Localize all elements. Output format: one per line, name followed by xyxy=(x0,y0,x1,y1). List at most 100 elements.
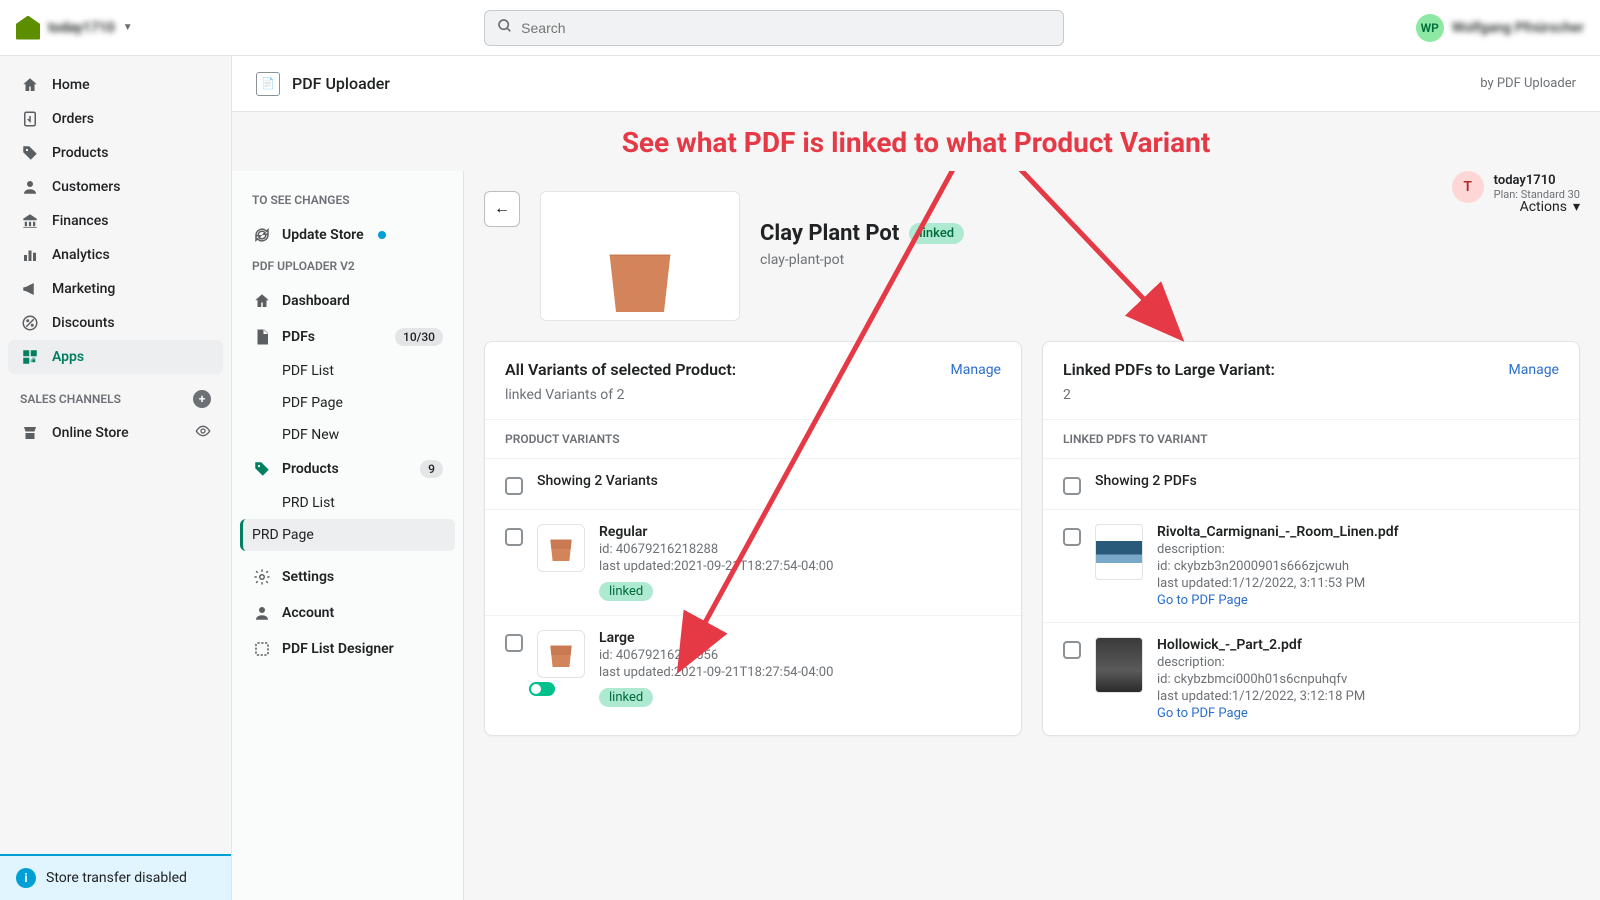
pdf-row: Rivolta_Carmignani_-_Room_Linen.pdf desc… xyxy=(1043,509,1579,622)
nav-finances[interactable]: Finances xyxy=(8,204,223,238)
pdf-checkbox[interactable] xyxy=(1063,641,1081,659)
pdf-desc: description: xyxy=(1157,542,1559,557)
pdfs-panel: Linked PDFs to Large Variant: Manage 2 L… xyxy=(1042,341,1580,736)
panel-sub: 2 xyxy=(1043,387,1579,419)
subnav-designer[interactable]: PDF List Designer xyxy=(240,631,455,667)
primary-nav: Home Orders Products Customers Finances … xyxy=(0,56,232,900)
store-avatar: T xyxy=(1452,171,1484,203)
subnav-pdf-new[interactable]: PDF New xyxy=(240,419,455,451)
chevron-down-icon: ▼ xyxy=(123,22,133,33)
showing-count: Showing 2 PDFs xyxy=(1095,473,1197,489)
pdf-page-link[interactable]: Go to PDF Page xyxy=(1157,593,1559,608)
nav-discounts[interactable]: Discounts xyxy=(8,306,223,340)
panel-section-label: LINKED PDFS TO VARIANT xyxy=(1043,419,1579,458)
subnav-settings[interactable]: Settings xyxy=(240,559,455,595)
megaphone-icon xyxy=(20,279,40,299)
app-subnav: TO SEE CHANGES Update Store PDF UPLOADER… xyxy=(232,171,464,900)
product-slug: clay-plant-pot xyxy=(760,252,964,268)
variant-row: Large id: 40679216251056 last updated:20… xyxy=(485,615,1021,721)
manage-link[interactable]: Manage xyxy=(951,362,1001,378)
subnav-prd-page[interactable]: PRD Page xyxy=(240,519,455,551)
bank-icon xyxy=(20,211,40,231)
subnav-section-label: TO SEE CHANGES xyxy=(240,187,455,217)
pdf-name: Rivolta_Carmignani_-_Room_Linen.pdf xyxy=(1157,524,1559,540)
nav-home[interactable]: Home xyxy=(8,68,223,102)
transfer-banner[interactable]: i Store transfer disabled xyxy=(0,854,231,900)
subnav-label: Dashboard xyxy=(282,293,350,309)
variant-thumb xyxy=(537,524,585,572)
subnav-account[interactable]: Account xyxy=(240,595,455,631)
user-avatar: WP xyxy=(1416,14,1444,42)
pdf-id: id: ckybzb3n2000901s666zjcwuh xyxy=(1157,559,1559,574)
update-indicator-icon xyxy=(378,231,386,239)
nav-products[interactable]: Products xyxy=(8,136,223,170)
add-channel-icon[interactable]: + xyxy=(193,390,211,408)
panel-sub: linked Variants of 2 xyxy=(485,387,1021,419)
subnav-update-store[interactable]: Update Store xyxy=(240,217,455,253)
sales-channels-label: SALES CHANNELS+ xyxy=(8,374,223,416)
subnav-products[interactable]: Products9 xyxy=(240,451,455,487)
nav-orders[interactable]: Orders xyxy=(8,102,223,136)
subnav-prd-list[interactable]: PRD List xyxy=(240,487,455,519)
product-title: Clay Plant Pot xyxy=(760,221,899,246)
nav-online-store[interactable]: Online Store xyxy=(8,416,223,450)
variant-toggle[interactable] xyxy=(529,682,555,696)
discount-icon xyxy=(20,313,40,333)
panel-title: Linked PDFs to Large Variant: xyxy=(1063,360,1275,379)
search-icon xyxy=(497,18,513,38)
select-all-checkbox[interactable] xyxy=(505,477,523,495)
subnav-label: Account xyxy=(282,605,334,621)
store-name: today1710 xyxy=(48,20,115,36)
variant-id: id: 40679216218288 xyxy=(599,542,1001,557)
variant-checkbox[interactable] xyxy=(505,634,523,652)
user-icon xyxy=(20,177,40,197)
analytics-icon xyxy=(20,245,40,265)
store-badge-plan: Plan: Standard 30 xyxy=(1494,188,1580,201)
panels: All Variants of selected Product: Manage… xyxy=(484,341,1580,736)
subnav-pdfs[interactable]: PDFs 10/30 xyxy=(240,319,455,355)
subnav-label: Products xyxy=(282,461,339,477)
variant-updated: last updated:2021-09-21T18:27:54-04:00 xyxy=(599,665,1001,680)
list-header-row: Showing 2 Variants xyxy=(485,458,1021,509)
variant-id: id: 40679216251056 xyxy=(599,648,1001,663)
select-all-checkbox[interactable] xyxy=(1063,477,1081,495)
topbar: today1710 ▼ WP Wolfgang Pfnürscher xyxy=(0,0,1600,56)
search-wrap xyxy=(149,10,1400,46)
pdf-checkbox[interactable] xyxy=(1063,528,1081,546)
nav-label: Home xyxy=(52,77,90,93)
subnav-section-label: PDF UPLOADER V2 xyxy=(240,253,455,283)
back-button[interactable]: ← xyxy=(484,191,520,227)
subnav-label: PDFs xyxy=(282,329,315,345)
pdf-thumb xyxy=(1095,524,1143,580)
store-badge[interactable]: T today1710 Plan: Standard 30 xyxy=(1452,171,1580,203)
nav-customers[interactable]: Customers xyxy=(8,170,223,204)
pdf-page-link[interactable]: Go to PDF Page xyxy=(1157,706,1559,721)
variant-name: Regular xyxy=(599,524,1001,540)
subnav-dashboard[interactable]: Dashboard xyxy=(240,283,455,319)
subnav-label: PRD List xyxy=(282,495,335,511)
list-header-row: Showing 2 PDFs xyxy=(1043,458,1579,509)
store-badge-name: today1710 xyxy=(1494,173,1580,188)
nav-label: Orders xyxy=(52,111,94,127)
view-store-icon[interactable] xyxy=(195,423,211,443)
nav-apps[interactable]: Apps xyxy=(8,340,223,374)
nav-marketing[interactable]: Marketing xyxy=(8,272,223,306)
manage-link[interactable]: Manage xyxy=(1509,362,1559,378)
pdf-desc: description: xyxy=(1157,655,1559,670)
home-icon xyxy=(252,291,272,311)
panel-title: All Variants of selected Product: xyxy=(505,360,736,379)
search-input[interactable] xyxy=(521,20,1051,36)
store-switcher[interactable]: today1710 ▼ xyxy=(16,16,133,40)
subnav-badge: 10/30 xyxy=(395,328,443,346)
subnav-label: PDF List Designer xyxy=(282,641,394,657)
nav-label: Discounts xyxy=(52,315,115,331)
refresh-icon xyxy=(252,225,272,245)
pdf-name: Hollowick_-_Part_2.pdf xyxy=(1157,637,1559,653)
nav-analytics[interactable]: Analytics xyxy=(8,238,223,272)
tag-icon xyxy=(20,143,40,163)
search-box[interactable] xyxy=(484,10,1064,46)
variant-checkbox[interactable] xyxy=(505,528,523,546)
subnav-pdf-page[interactable]: PDF Page xyxy=(240,387,455,419)
user-menu[interactable]: WP Wolfgang Pfnürscher xyxy=(1416,14,1584,42)
subnav-pdf-list[interactable]: PDF List xyxy=(240,355,455,387)
